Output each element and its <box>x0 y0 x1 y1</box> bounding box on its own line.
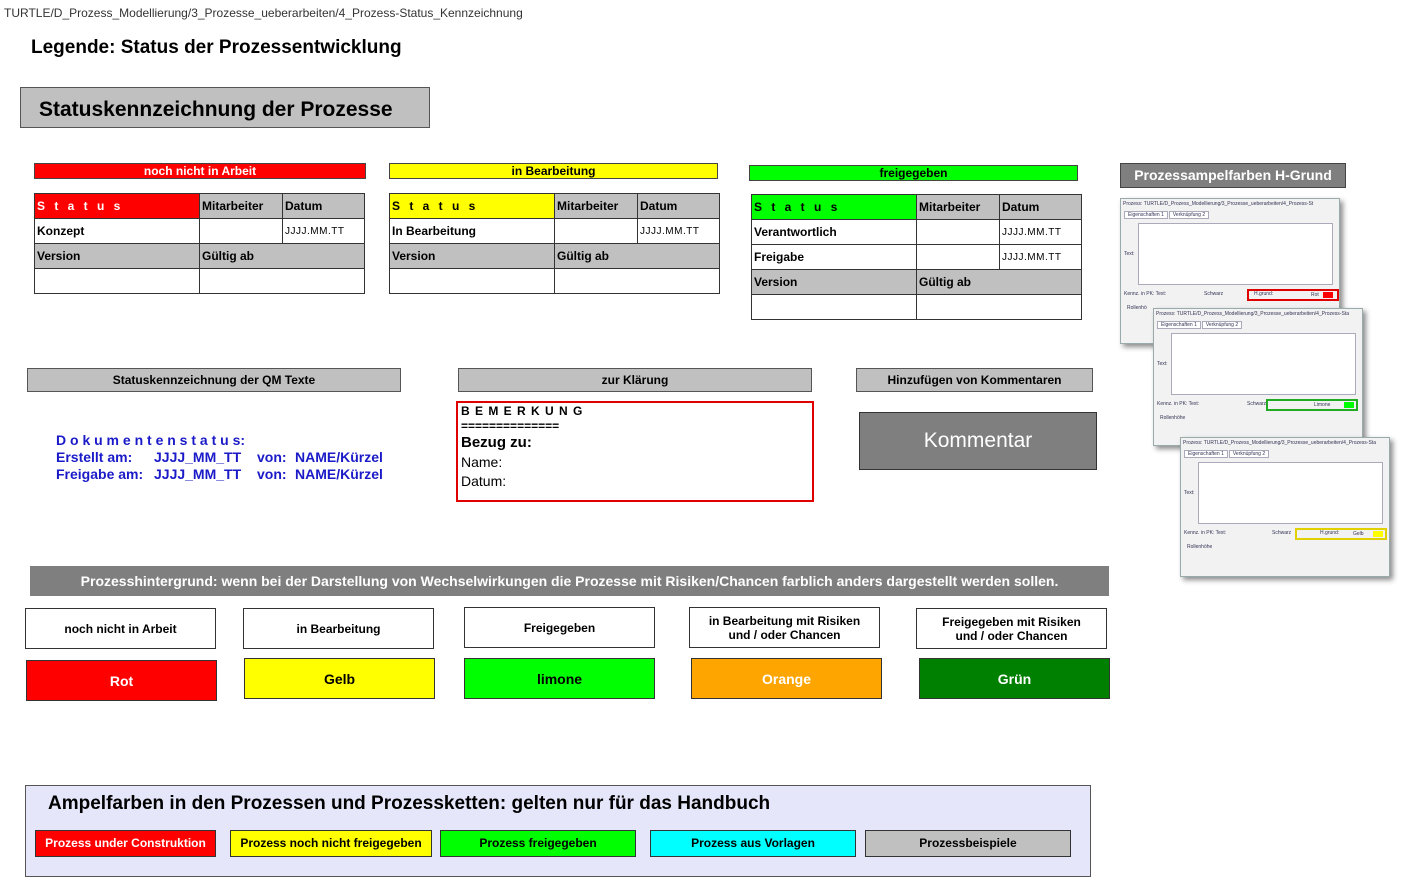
qm-texte-bar: Statuskennzeichnung der QM Texte <box>27 368 401 392</box>
ampel-prozessbeispiele: Prozessbeispiele <box>865 830 1071 857</box>
bemerkung-box[interactable]: B E M E R K U N G ============== Bezug z… <box>456 401 814 502</box>
col-status: S t a t u s <box>751 194 917 220</box>
status-header-gelb: in Bearbeitung <box>389 163 718 179</box>
mitarbeiter-cell[interactable] <box>916 219 1000 245</box>
name-kuerzel: NAME/Kürzel <box>295 449 383 465</box>
color-box-gruen: Grün <box>919 658 1110 699</box>
klaerung-bar: zur Klärung <box>458 368 812 392</box>
row-label: Verantwortlich <box>751 219 917 245</box>
color-box-limone: limone <box>464 658 655 699</box>
mitarbeiter-cell[interactable] <box>199 218 283 244</box>
bezug-label: Bezug zu: <box>461 434 532 451</box>
kommentare-bar: Hinzufügen von Kommentaren <box>856 368 1093 392</box>
bemerkung-title: B E M E R K U N G <box>461 404 584 418</box>
text-area <box>1198 462 1383 524</box>
erstellt-row: Erstellt am: JJJJ_MM_TT von: NAME/Kürzel <box>56 449 383 466</box>
freigabe-label: Freigabe am: <box>56 466 144 482</box>
datum-label: Datum: <box>461 473 507 489</box>
hgrund-screenshot-gelb: Prozess: TURTLE/D_Prozess_Modellierung/3… <box>1180 437 1390 577</box>
version-cell[interactable] <box>389 268 555 294</box>
ampel-nicht-freigegeben: Prozess noch nicht freigegeben <box>230 830 432 857</box>
von-label: von: <box>257 449 287 465</box>
ampel-freigegeben: Prozess freigegeben <box>440 830 636 857</box>
label-in-bearbeitung: in Bearbeitung <box>243 608 434 649</box>
breadcrumb: TURTLE/D_Prozess_Modellierung/3_Prozesse… <box>4 6 523 20</box>
kommentar-button[interactable]: Kommentar <box>859 412 1097 470</box>
row-label: In Bearbeitung <box>389 218 555 244</box>
legend-title: Legende: Status der Prozessentwicklung <box>31 37 402 58</box>
text-area <box>1171 333 1356 395</box>
status-table-gelb: S t a t u s Mitarbeiter Datum In Bearbei… <box>389 193 720 294</box>
freigabe-row: Freigabe am: JJJJ_MM_TT von: NAME/Kürzel <box>56 466 383 483</box>
mitarbeiter-cell[interactable] <box>554 218 638 244</box>
status-table-rot: S t a t u s Mitarbeiter Datum Konzept JJ… <box>34 193 365 294</box>
version-label: Version <box>389 243 555 269</box>
label-noch-nicht-in-arbeit: noch nicht in Arbeit <box>25 608 216 649</box>
text-area <box>1138 223 1333 285</box>
prozesshintergrund-bar: Prozesshintergrund: wenn bei der Darstel… <box>30 566 1109 596</box>
row-label: Freigabe <box>751 244 917 270</box>
color-box-gelb: Gelb <box>244 658 435 699</box>
erstellt-date: JJJJ_MM_TT <box>154 449 242 465</box>
version-label: Version <box>34 243 200 269</box>
label-freigegeben: Freigegeben <box>464 607 655 648</box>
name-label: Name: <box>461 454 503 470</box>
hgrund-title: Prozessampelfarben H-Grund <box>1120 163 1346 188</box>
col-mitarbeiter: Mitarbeiter <box>916 194 1000 220</box>
gueltig-label: Gültig ab <box>554 243 720 269</box>
status-header-gruen: freigegeben <box>749 165 1078 181</box>
name-kuerzel: NAME/Kürzel <box>295 466 383 482</box>
date-cell[interactable]: JJJJ.MM.TT <box>282 218 365 244</box>
ampelfarben-panel: Ampelfarben in den Prozessen und Prozess… <box>25 785 1091 877</box>
freigabe-date: JJJJ_MM_TT <box>154 466 242 482</box>
gueltig-cell[interactable] <box>554 268 720 294</box>
mitarbeiter-cell[interactable] <box>916 244 1000 270</box>
erstellt-label: Erstellt am: <box>56 449 133 465</box>
von-label: von: <box>257 466 287 482</box>
version-cell[interactable] <box>34 268 200 294</box>
swatch-limone <box>1344 402 1354 408</box>
status-header-rot: noch nicht in Arbeit <box>34 163 366 179</box>
col-mitarbeiter: Mitarbeiter <box>554 193 638 219</box>
swatch-gelb <box>1373 531 1383 537</box>
col-mitarbeiter: Mitarbeiter <box>199 193 283 219</box>
hgrund-screenshot-limone: Prozess: TURTLE/D_Prozess_Modellierung/3… <box>1153 308 1363 446</box>
col-status: S t a t u s <box>34 193 200 219</box>
col-status: S t a t u s <box>389 193 555 219</box>
color-box-rot: Rot <box>26 660 217 701</box>
version-label: Version <box>751 269 917 295</box>
ampel-aus-vorlagen: Prozess aus Vorlagen <box>650 830 856 857</box>
status-table-gruen: S t a t u s Mitarbeiter Datum Verantwort… <box>751 194 1082 320</box>
date-cell[interactable]: JJJJ.MM.TT <box>637 218 720 244</box>
ampelfarben-title: Ampelfarben in den Prozessen und Prozess… <box>48 793 771 814</box>
label-in-bearbeitung-risiken: in Bearbeitung mit Risiken und / oder Ch… <box>689 607 880 648</box>
row-label: Konzept <box>34 218 200 244</box>
date-cell[interactable]: JJJJ.MM.TT <box>999 244 1082 270</box>
col-datum: Datum <box>999 194 1082 220</box>
gueltig-cell[interactable] <box>199 268 365 294</box>
main-heading: Statuskennzeichnung der Prozesse <box>20 87 430 128</box>
ampel-under-construktion: Prozess under Construktion <box>35 830 216 857</box>
bemerkung-separator: ============== <box>461 419 560 433</box>
gueltig-label: Gültig ab <box>199 243 365 269</box>
color-box-orange: Orange <box>691 658 882 699</box>
date-cell[interactable]: JJJJ.MM.TT <box>999 219 1082 245</box>
col-datum: Datum <box>637 193 720 219</box>
dokumentenstatus-label: D o k u m e n t e n s t a t u s: <box>56 432 246 448</box>
gueltig-label: Gültig ab <box>916 269 1082 295</box>
version-cell[interactable] <box>751 294 917 320</box>
dokumentenstatus-block: D o k u m e n t e n s t a t u s: Erstell… <box>56 432 383 483</box>
label-freigegeben-risiken: Freigegeben mit Risiken und / oder Chanc… <box>916 608 1107 649</box>
gueltig-cell[interactable] <box>916 294 1082 320</box>
col-datum: Datum <box>282 193 365 219</box>
swatch-rot <box>1323 292 1333 298</box>
